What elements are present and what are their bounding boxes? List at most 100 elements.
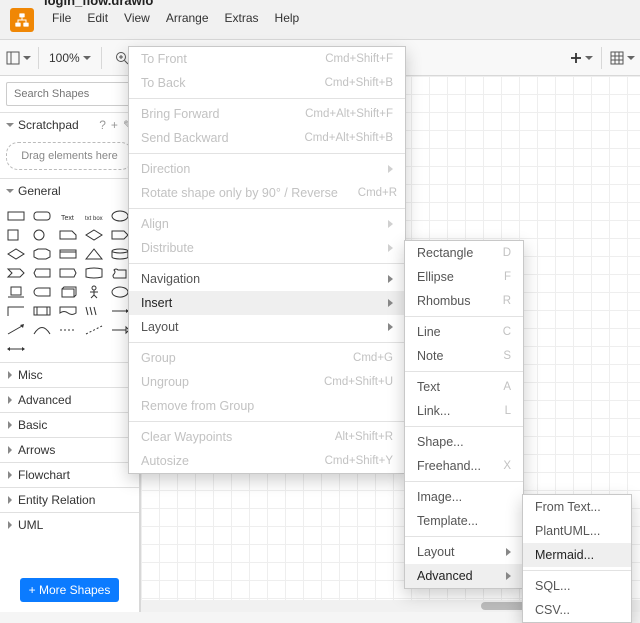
section-header-basic[interactable]: Basic: [0, 413, 139, 437]
insert-item-link[interactable]: Link...L: [405, 399, 523, 423]
arrange-item-layout[interactable]: Layout: [129, 315, 405, 339]
menu-item-label: From Text...: [535, 500, 601, 514]
scratchpad-dropzone[interactable]: Drag elements here: [6, 142, 133, 170]
arrange-item-group: GroupCmd+G: [129, 346, 405, 370]
shape-swatch[interactable]: [32, 247, 52, 261]
insert-item-layout[interactable]: Layout: [405, 540, 523, 564]
shape-swatch[interactable]: [110, 285, 130, 299]
insert-item-rectangle[interactable]: RectangleD: [405, 241, 523, 265]
insert-item-freehand[interactable]: Freehand...X: [405, 454, 523, 478]
shortcut-label: F: [484, 271, 511, 283]
menu-help[interactable]: Help: [267, 8, 308, 28]
shape-swatch[interactable]: [6, 209, 26, 223]
more-shapes-button[interactable]: + More Shapes: [20, 578, 120, 602]
menubar: File Edit View Arrange Extras Help: [44, 8, 307, 31]
insert-item-ellipse[interactable]: EllipseF: [405, 265, 523, 289]
insert-item-text[interactable]: TextA: [405, 375, 523, 399]
menu-arrange[interactable]: Arrange: [158, 8, 217, 28]
arrange-item-navigation[interactable]: Navigation: [129, 267, 405, 291]
advanced-item-from-text[interactable]: From Text...: [523, 495, 631, 519]
advanced-item-mermaid[interactable]: Mermaid...: [523, 543, 631, 567]
menu-item-label: Remove from Group: [141, 399, 254, 413]
shape-swatch[interactable]: [110, 247, 130, 261]
shape-swatch[interactable]: [58, 323, 78, 337]
section-label: Misc: [18, 368, 43, 382]
arrange-item-align: Align: [129, 212, 405, 236]
shape-swatch[interactable]: [58, 266, 78, 280]
insert-item-advanced[interactable]: Advanced: [405, 564, 523, 588]
general-header[interactable]: General: [0, 179, 139, 203]
shape-swatch[interactable]: [6, 323, 26, 337]
advanced-item-sql[interactable]: SQL...: [523, 574, 631, 598]
shape-swatch[interactable]: [32, 209, 52, 223]
shape-swatch[interactable]: [6, 228, 26, 242]
zoom-level[interactable]: 100%: [45, 51, 95, 65]
arrange-item-insert[interactable]: Insert: [129, 291, 405, 315]
add-button[interactable]: [567, 44, 595, 72]
menu-extras[interactable]: Extras: [217, 8, 267, 28]
shape-swatch[interactable]: [110, 228, 130, 242]
scratchpad-header[interactable]: Scratchpad ? + ✎: [0, 113, 139, 137]
shape-swatch[interactable]: [84, 247, 104, 261]
shortcut-label: Cmd+Shift+F: [305, 53, 393, 65]
menu-item-label: Group: [141, 351, 176, 365]
section-header-misc[interactable]: Misc: [0, 363, 139, 387]
shape-swatch[interactable]: [110, 209, 130, 223]
shape-swatch[interactable]: [58, 228, 78, 242]
shape-swatch[interactable]: [110, 323, 130, 337]
insert-item-image[interactable]: Image...: [405, 485, 523, 509]
shape-swatch[interactable]: txt box: [84, 209, 104, 223]
insert-item-note[interactable]: NoteS: [405, 344, 523, 368]
arrange-item-rotate-shape-only-by-90-reverse: Rotate shape only by 90° / ReverseCmd+R: [129, 181, 405, 205]
arrange-item-send-backward: Send BackwardCmd+Alt+Shift+B: [129, 126, 405, 150]
chevron-down-icon: [23, 56, 31, 60]
shape-swatch[interactable]: [6, 304, 26, 318]
shape-swatch[interactable]: [32, 266, 52, 280]
page-layout-button[interactable]: [4, 44, 32, 72]
shape-swatch[interactable]: [84, 285, 104, 299]
shape-swatch[interactable]: Text: [58, 209, 78, 223]
insert-item-line[interactable]: LineC: [405, 320, 523, 344]
shape-swatch[interactable]: [58, 285, 78, 299]
shape-swatch[interactable]: [58, 304, 78, 318]
shape-swatch[interactable]: [6, 342, 26, 356]
section-header-arrows[interactable]: Arrows: [0, 438, 139, 462]
section-header-uml[interactable]: UML: [0, 513, 139, 537]
menu-item-label: Direction: [141, 162, 190, 176]
advanced-item-plantuml[interactable]: PlantUML...: [523, 519, 631, 543]
shape-swatch[interactable]: [32, 228, 52, 242]
section-header-entity relation[interactable]: Entity Relation: [0, 488, 139, 512]
scratchpad-section: Scratchpad ? + ✎ Drag elements here: [0, 112, 139, 178]
shape-swatch[interactable]: [110, 266, 130, 280]
shape-swatch[interactable]: [6, 247, 26, 261]
shape-swatch[interactable]: [84, 228, 104, 242]
titlebar: login_flow.drawio File Edit View Arrange…: [0, 0, 640, 40]
shortcut-label: R: [483, 295, 511, 307]
shape-swatch[interactable]: [84, 323, 104, 337]
shape-swatch[interactable]: [32, 285, 52, 299]
section-header-flowchart[interactable]: Flowchart: [0, 463, 139, 487]
insert-item-template[interactable]: Template...: [405, 509, 523, 533]
advanced-item-csv[interactable]: CSV...: [523, 598, 631, 622]
shape-swatch[interactable]: [84, 266, 104, 280]
arrange-item-bring-forward: Bring ForwardCmd+Alt+Shift+F: [129, 102, 405, 126]
shape-swatch[interactable]: [84, 304, 104, 318]
insert-item-shape[interactable]: Shape...: [405, 430, 523, 454]
shape-swatch[interactable]: [110, 304, 130, 318]
add-icon[interactable]: +: [111, 118, 118, 132]
menu-file[interactable]: File: [44, 8, 79, 28]
arrange-item-autosize: AutosizeCmd+Shift+Y: [129, 449, 405, 473]
menu-item-label: Image...: [417, 490, 462, 504]
help-icon[interactable]: ?: [99, 118, 106, 132]
shape-swatch[interactable]: [58, 247, 78, 261]
table-button[interactable]: [608, 44, 636, 72]
search-input[interactable]: [6, 82, 133, 106]
menu-view[interactable]: View: [116, 8, 158, 28]
insert-item-rhombus[interactable]: RhombusR: [405, 289, 523, 313]
shape-swatch[interactable]: [32, 304, 52, 318]
section-header-advanced[interactable]: Advanced: [0, 388, 139, 412]
shape-swatch[interactable]: [6, 266, 26, 280]
shape-swatch[interactable]: [32, 323, 52, 337]
shape-swatch[interactable]: [6, 285, 26, 299]
menu-edit[interactable]: Edit: [79, 8, 116, 28]
